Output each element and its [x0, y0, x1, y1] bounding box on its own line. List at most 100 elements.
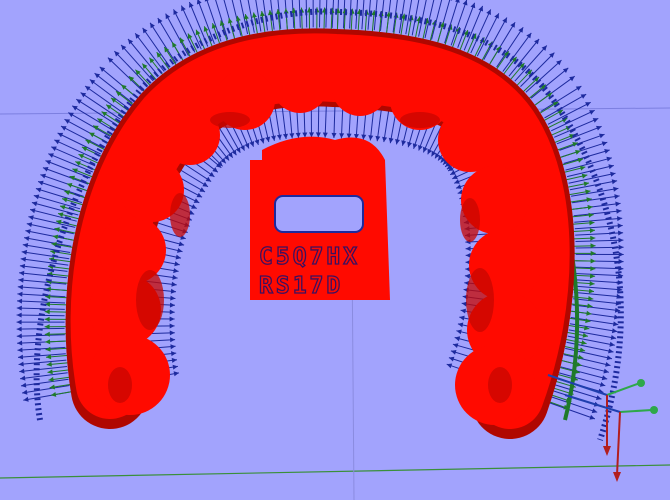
normal-arrowhead: [174, 261, 180, 267]
normal-arrowhead: [611, 179, 618, 185]
normal-arrowhead: [22, 389, 28, 395]
normal-arrowhead: [465, 246, 471, 252]
normal-arrowhead: [259, 137, 265, 144]
normal-arrowhead: [23, 396, 29, 402]
normal-arrowhead: [605, 362, 611, 367]
normal-arrowhead: [22, 243, 29, 248]
normal-vector: [556, 125, 602, 145]
normal-vector: [35, 188, 82, 204]
normal-arrowhead: [169, 309, 175, 315]
normal-vector: [317, 103, 320, 138]
normal-vector: [383, 108, 390, 143]
normal-arrowhead: [601, 141, 608, 147]
normal-arrowhead: [21, 382, 27, 388]
normal-arrowhead: [581, 340, 587, 345]
normal-arrowhead: [17, 291, 23, 297]
dental-arch-model[interactable]: C5Q7HX RS17D: [65, 28, 575, 439]
normal-arrowhead: [169, 302, 175, 308]
normal-arrowhead: [156, 52, 162, 58]
normal-arrowhead: [85, 86, 91, 91]
normal-arrowhead: [16, 326, 22, 332]
normal-arrowhead: [244, 14, 249, 20]
normal-vector: [574, 225, 623, 230]
normal-arrowhead: [579, 165, 586, 171]
normal-vector: [571, 187, 619, 197]
normal-arrowhead: [276, 134, 282, 140]
normal-arrowhead: [590, 266, 596, 272]
normal-arrowhead: [150, 22, 155, 29]
normal-vector: [574, 217, 623, 223]
normal-arrowhead: [169, 330, 175, 336]
normal-vector: [20, 378, 69, 387]
normal-arrowhead: [590, 258, 596, 264]
normal-arrowhead: [50, 392, 57, 397]
normal-arrowhead: [608, 164, 614, 170]
normal-arrowhead: [18, 354, 24, 360]
normal-arrowhead: [606, 355, 612, 361]
normal-arrowhead: [260, 11, 265, 17]
tab-window: [274, 195, 364, 233]
normal-arrowhead: [205, 176, 212, 182]
normal-arrowhead: [368, 135, 374, 141]
normal-arrowhead: [617, 223, 623, 229]
normal-arrowhead: [448, 356, 455, 362]
normal-arrowhead: [618, 237, 624, 243]
normal-vector: [324, 103, 327, 138]
normal-arrowhead: [459, 315, 465, 321]
normal-arrowhead: [173, 268, 179, 274]
normal-vector: [48, 153, 93, 173]
normal-vector: [361, 0, 365, 30]
normal-arrowhead: [170, 337, 176, 343]
normal-arrowhead: [44, 316, 50, 322]
normal-arrowhead: [175, 254, 181, 260]
normal-vector: [470, 9, 492, 54]
normal-arrowhead: [289, 133, 295, 139]
normal-arrowhead: [19, 263, 26, 269]
normal-arrowhead: [89, 79, 96, 85]
normal-arrowhead: [16, 305, 22, 311]
normal-arrowhead: [603, 368, 609, 374]
normal-arrowhead: [401, 140, 407, 146]
normal-arrowhead: [38, 180, 44, 186]
normal-arrowhead: [588, 288, 594, 294]
normal-vector: [572, 195, 620, 204]
normal-arrowhead: [454, 336, 461, 342]
normal-vector: [18, 279, 67, 285]
normal-arrowhead: [18, 361, 24, 367]
normal-arrowhead: [606, 156, 612, 162]
normal-arrowhead: [575, 86, 582, 91]
3d-viewport[interactable]: C5Q7HX RS17D: [0, 0, 670, 500]
normal-vector: [574, 285, 623, 291]
scene-canvas[interactable]: C5Q7HX RS17D: [0, 0, 670, 500]
normal-arrowhead: [173, 371, 179, 377]
id-label-tab[interactable]: C5Q7HX RS17D: [250, 136, 390, 300]
normal-arrowhead: [331, 132, 337, 138]
normal-arrowhead: [80, 92, 87, 98]
engraved-id-line2: RS17D: [259, 273, 343, 299]
normal-arrowhead: [64, 190, 70, 196]
normal-vector: [563, 354, 611, 366]
normal-arrowhead: [601, 375, 608, 381]
normal-arrowhead: [569, 76, 575, 82]
normal-arrowhead: [315, 132, 321, 138]
normal-arrowhead: [52, 234, 59, 240]
normal-arrowhead: [25, 229, 31, 234]
normal-vector: [575, 239, 624, 242]
normal-arrowhead: [231, 149, 237, 156]
normal-arrowhead: [618, 244, 624, 250]
normal-arrowhead: [457, 322, 464, 328]
normal-vector: [19, 265, 68, 272]
normal-vector: [231, 0, 242, 36]
normal-vector: [333, 103, 336, 139]
normal-vector: [376, 107, 383, 142]
normal-arrowhead: [613, 186, 619, 192]
normal-arrowhead: [589, 228, 595, 234]
normal-arrowhead: [586, 310, 592, 316]
normal-vector: [457, 2, 476, 48]
normal-vector: [16, 300, 66, 304]
normal-arrowhead: [16, 333, 22, 339]
normal-arrowhead: [618, 251, 624, 257]
normal-arrowhead: [339, 133, 345, 139]
axis-triad-icon: [564, 394, 658, 482]
normal-arrowhead: [589, 281, 595, 287]
